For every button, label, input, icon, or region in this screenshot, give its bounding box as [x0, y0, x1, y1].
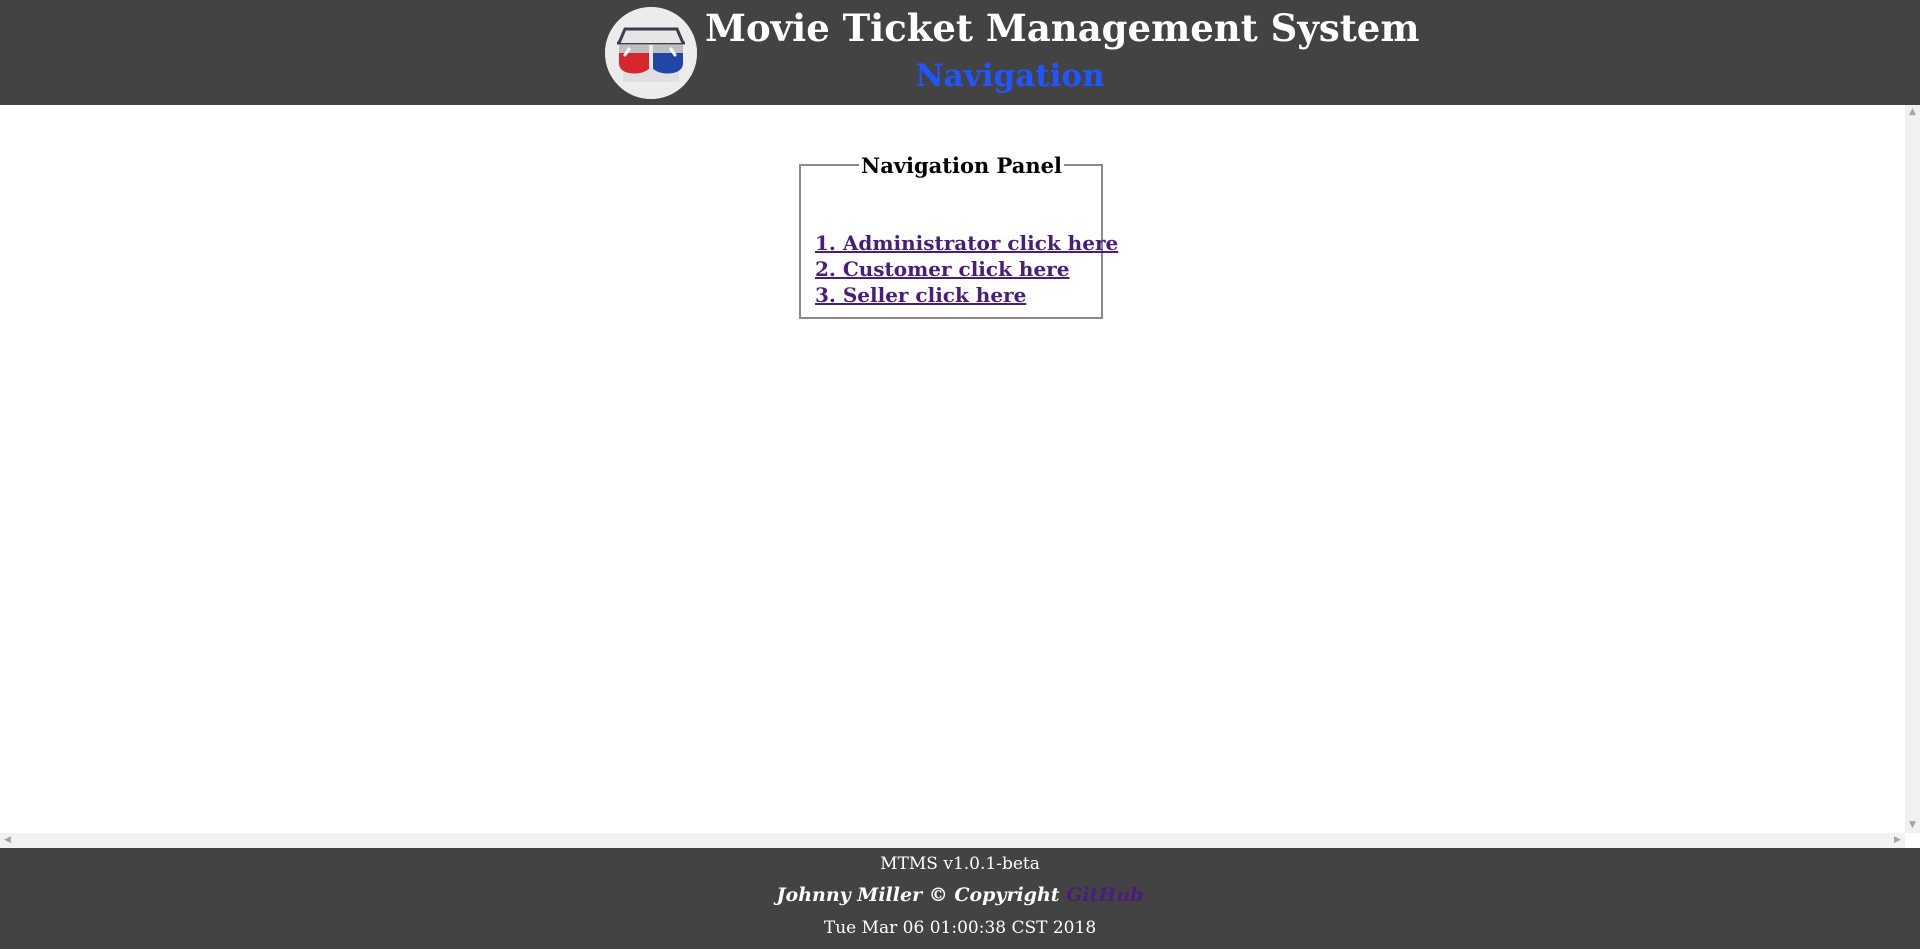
customer-link[interactable]: 2. Customer click here: [815, 256, 1118, 282]
scroll-right-icon[interactable]: ▶: [1890, 833, 1905, 848]
scroll-up-icon[interactable]: ▲: [1905, 105, 1920, 120]
footer-bar: MTMS v1.0.1-beta Johnny Miller © Copyrig…: [0, 848, 1920, 949]
page-subtitle: Navigation: [915, 58, 1105, 94]
scrollbar-corner: [1905, 833, 1920, 848]
seller-link[interactable]: 3. Seller click here: [815, 282, 1118, 308]
timestamp: Tue Mar 06 01:00:38 CST 2018: [823, 918, 1097, 938]
3d-glasses-icon: [605, 7, 697, 99]
header-bar: Movie Ticket Management System Navigatio…: [0, 0, 1920, 105]
navigation-panel-legend: Navigation Panel: [859, 153, 1064, 178]
copyright-text: Johnny Miller © Copyright: [776, 884, 1060, 906]
version-label: MTMS v1.0.1-beta: [880, 854, 1040, 874]
navigation-links: 1. Administrator click here 2. Customer …: [815, 230, 1118, 308]
horizontal-scrollbar[interactable]: ◀ ▶: [0, 833, 1905, 848]
navigation-panel: Navigation Panel 1. Administrator click …: [799, 153, 1118, 319]
copyright-line: Johnny Miller © Copyright GitHub: [0, 884, 1920, 906]
main-content: Navigation Panel 1. Administrator click …: [0, 105, 1905, 833]
github-link[interactable]: GitHub: [1066, 884, 1143, 906]
vertical-scrollbar[interactable]: ▲ ▼: [1905, 105, 1920, 833]
scroll-down-icon[interactable]: ▼: [1905, 818, 1920, 833]
app-title: Movie Ticket Management System: [705, 6, 1420, 50]
administrator-link[interactable]: 1. Administrator click here: [815, 230, 1118, 256]
scroll-left-icon[interactable]: ◀: [0, 833, 15, 848]
